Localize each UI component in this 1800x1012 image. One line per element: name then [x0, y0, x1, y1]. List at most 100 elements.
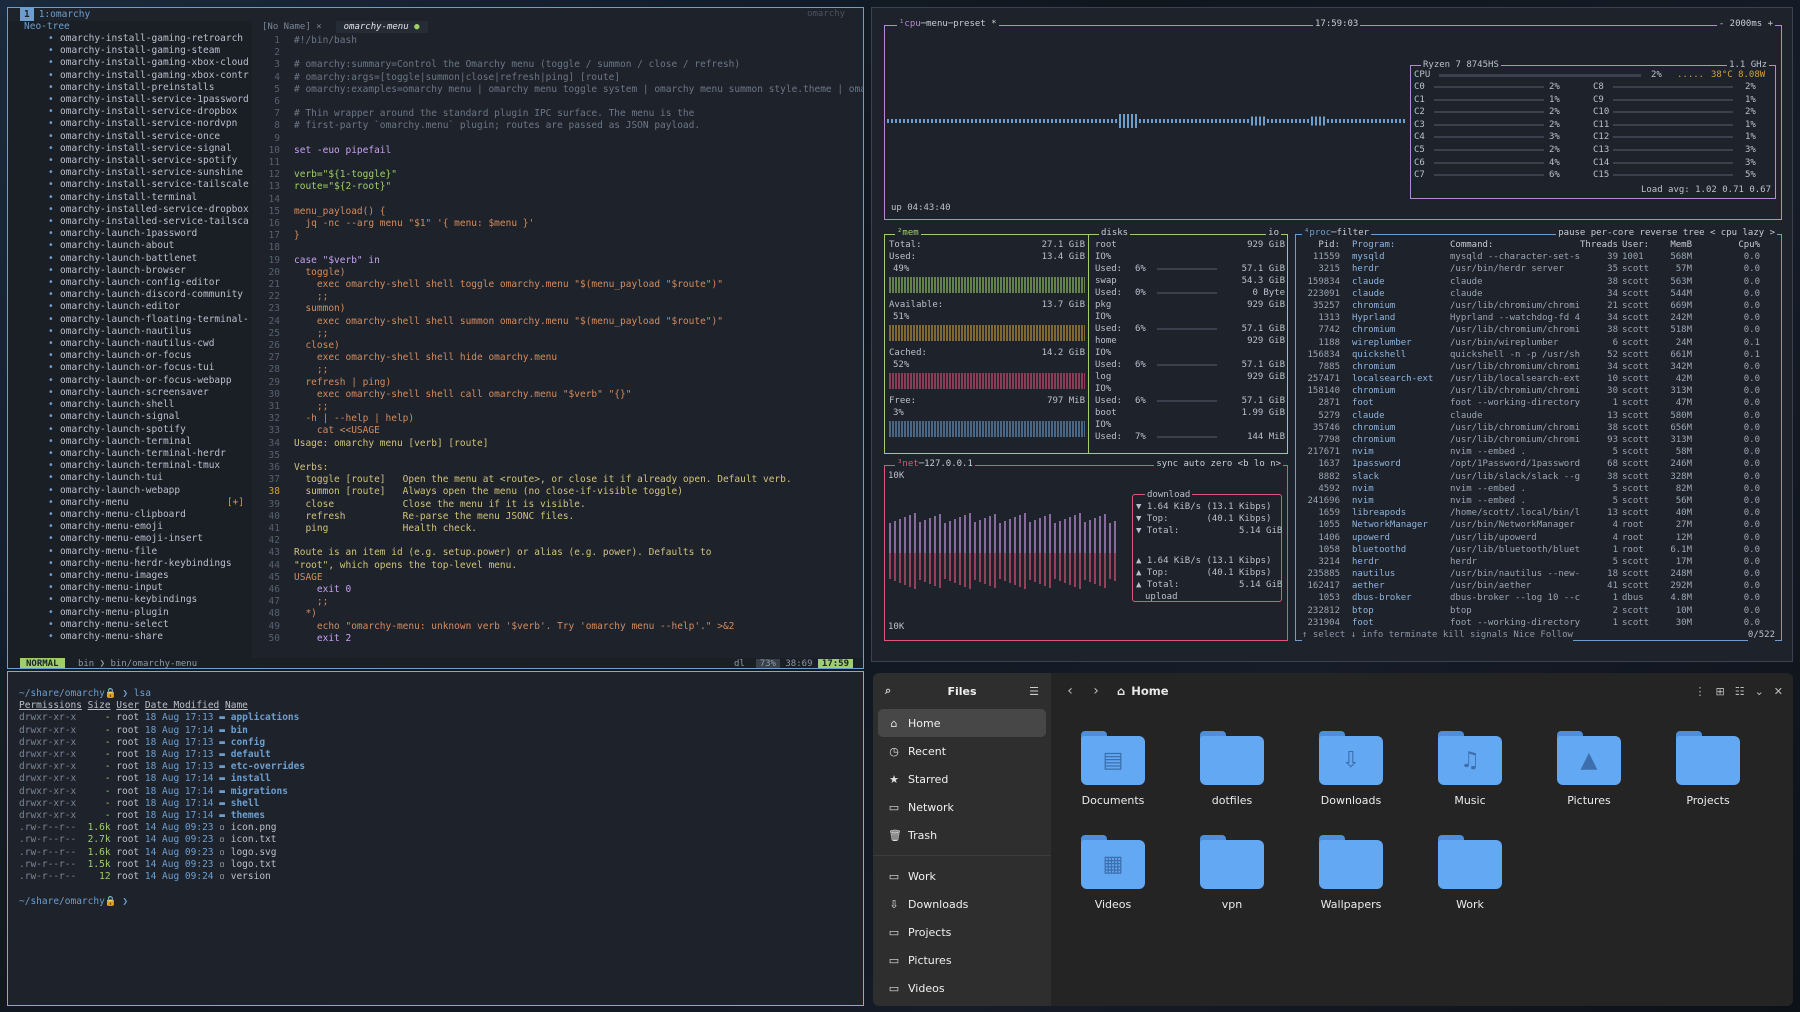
process-row[interactable]: 232812 btop btop 2 scott 10M 0.0	[1300, 605, 1777, 617]
folder-item[interactable]: ▤ Documents	[1063, 731, 1163, 807]
code-line[interactable]: Verbs:	[294, 462, 328, 474]
process-row[interactable]: 3215 herdr/usr/bin/herdr server 35 scott 57M…	[1300, 263, 1777, 275]
process-row[interactable]: 231904 foot foot --working-directory 1 scott…	[1300, 617, 1777, 629]
code-line[interactable]: # omarchy:examples=omarchy menu | omarch…	[294, 84, 863, 96]
code-line[interactable]: route="${2-root}"	[294, 181, 391, 193]
tree-file-item[interactable]: omarchy-launch-terminal-tmux	[8, 460, 252, 472]
code-line[interactable]: close Close the menu if it is visible.	[294, 499, 585, 511]
btop-window[interactable]: ¹cpu─menu─preset * 17:59:03 - 2000ms + u…	[871, 7, 1793, 662]
tree-file-item[interactable]: omarchy-launch-shell	[8, 399, 252, 411]
folder-item[interactable]: ⇩ Downloads	[1301, 731, 1401, 807]
proc-filter[interactable]: filter	[1337, 228, 1370, 238]
process-row[interactable]: 35257 chromium/usr/lib/chromium/chromi 21 s…	[1300, 300, 1777, 312]
sidebar-item-recent[interactable]: ◷ Recent	[878, 737, 1046, 765]
process-row[interactable]: 241696 nvim nvim --embed . 5 scott 56M 0.0	[1300, 495, 1777, 507]
tree-file-item[interactable]: omarchy-menu-plugin	[8, 607, 252, 619]
code-line[interactable]: #!/bin/bash	[294, 35, 357, 47]
code-line[interactable]: # omarchy:summary=Control the Omarchy me…	[294, 59, 740, 71]
tree-file-item[interactable]: omarchy-menu-emoji	[8, 521, 252, 533]
tree-file-item[interactable]: omarchy-install-service-spotify	[8, 155, 252, 167]
process-row[interactable]: 7885 chromium/usr/lib/chromium/chromi 34 sc…	[1300, 361, 1777, 373]
folder-item[interactable]: Wallpapers	[1301, 835, 1401, 911]
tree-file-item[interactable]: omarchy-launch-signal	[8, 411, 252, 423]
code-line[interactable]: # Thin wrapper around the standard plugi…	[294, 108, 694, 120]
code-line[interactable]: refresh Re-parse the menu JSONC files.	[294, 511, 574, 523]
process-row[interactable]: 2871 foot foot --working-directory 1 scott 47…	[1300, 397, 1777, 409]
code-line[interactable]: refresh | ping)	[294, 377, 391, 389]
bookmarks-list[interactable]: ▭ Work ⇩ Downloads ▭ Projects ▭ Pictures ▭ Videos	[873, 862, 1051, 1002]
proc-box[interactable]: ⁴proc─filter pause per-core reverse tree…	[1295, 228, 1782, 641]
neo-tree-panel[interactable]: 11:omarchy Neo-tree omarchy-install-gami…	[8, 8, 252, 658]
code-line[interactable]: ;;	[294, 328, 328, 340]
code-line[interactable]: summon)	[294, 303, 345, 315]
close-icon[interactable]: ✕	[1774, 685, 1783, 698]
code-line[interactable]: }	[294, 230, 300, 242]
process-row[interactable]: 1406 upowerd/usr/lib/upowerd 4 root 12M 0.0	[1300, 532, 1777, 544]
io-toggle[interactable]: io	[1266, 228, 1281, 238]
close-icon[interactable]: ×	[316, 22, 321, 32]
tree-file-item[interactable]: omarchy-menu-share	[8, 631, 252, 643]
code-area[interactable]: 1 #!/bin/bash 2 3 # omarchy:summary=Control …	[254, 35, 863, 658]
tree-file-item[interactable]: omarchy-menu[+]	[8, 497, 252, 509]
tree-file-item[interactable]: omarchy-menu-input	[8, 582, 252, 594]
process-row[interactable]: 7798 chromium/usr/lib/chromium/chromi 93 sc…	[1300, 434, 1777, 446]
tree-file-item[interactable]: omarchy-menu-herdr-keybindings	[8, 558, 252, 570]
code-line[interactable]: "root", which opens the top-level menu.	[294, 560, 517, 572]
tree-file-item[interactable]: omarchy-launch-terminal	[8, 436, 252, 448]
files-main[interactable]: ‹ › ⌂ Home ⋮ ⊞ ☷ ⌄ ✕ ▤ Documents dotfiles ⇩ D…	[1051, 673, 1793, 1006]
process-row[interactable]: 11559 mysqld mysqld --character-set-s 39 100…	[1300, 251, 1777, 263]
tree-file-item[interactable]: omarchy-install-gaming-retroarch	[8, 33, 252, 45]
code-line[interactable]: Route is an item id (e.g. setup.power) o…	[294, 547, 712, 559]
net-iface[interactable]: 127.0.0.1	[924, 459, 973, 469]
proc-options[interactable]: pause per-core reverse tree < cpu lazy >	[1556, 228, 1777, 238]
tree-file-item[interactable]: omarchy-launch-or-focus-webapp	[8, 375, 252, 387]
code-line[interactable]: exec omarchy-shell shell summon omarchy.…	[294, 316, 723, 328]
process-list[interactable]: Pid:Program:Command:Threads:User:MemBCpu…	[1300, 239, 1777, 629]
tree-file-item[interactable]: omarchy-menu-emoji-insert	[8, 533, 252, 545]
tree-file-item[interactable]: omarchy-menu-select	[8, 619, 252, 631]
path-bar[interactable]: ⌂ Home	[1117, 684, 1169, 698]
folder-item[interactable]: ▲ Pictures	[1539, 731, 1639, 807]
code-line[interactable]: toggle [route] Open the menu at <route>,…	[294, 474, 791, 486]
files-sidebar[interactable]: ⌕ Files ☰ ⌂ Home ◷ Recent ★ Starred ▭ Network 🗑 T…	[873, 673, 1051, 1006]
tree-file-item[interactable]: omarchy-install-service-once	[8, 131, 252, 143]
code-line[interactable]: exec omarchy-shell shell call omarchy.me…	[294, 389, 632, 401]
code-line[interactable]: set -euo pipefail	[294, 145, 391, 157]
code-line[interactable]: ;;	[294, 364, 328, 376]
folder-item[interactable]: vpn	[1182, 835, 1282, 911]
folder-item[interactable]: dotfiles	[1182, 731, 1282, 807]
tree-file-item[interactable]: omarchy-launch-webapp	[8, 485, 252, 497]
process-row[interactable]: 223091 claude claude 34 scott 544M 0.0	[1300, 288, 1777, 300]
code-line[interactable]: exit 0	[294, 584, 351, 596]
process-row[interactable]: 217671 nvim nvim --embed . 5 scott 58M 0.0	[1300, 446, 1777, 458]
editor-pane[interactable]: [No Name] × omarchy-menu ● 1 #!/bin/bash 2 3…	[254, 21, 863, 658]
tab-omarchy-menu[interactable]: omarchy-menu ●	[335, 21, 428, 33]
code-line[interactable]: echo "omarchy-menu: unknown verb '$verb'…	[294, 621, 735, 633]
tree-file-item[interactable]: omarchy-installed-service-dropbox	[8, 204, 252, 216]
code-line[interactable]: Usage: omarchy menu [verb] [route]	[294, 438, 488, 450]
code-line[interactable]: jq -nc --arg menu "$1" '{ menu: $menu }'	[294, 218, 534, 230]
tree-file-item[interactable]: omarchy-install-gaming-steam	[8, 45, 252, 57]
tree-file-item[interactable]: omarchy-install-terminal	[8, 192, 252, 204]
tree-file-item[interactable]: omarchy-menu-clipboard	[8, 509, 252, 521]
process-row[interactable]: 5279 claude claude 13 scott 580M 0.0	[1300, 410, 1777, 422]
sidebar-item-projects[interactable]: ▭ Projects	[878, 918, 1046, 946]
tree-file-item[interactable]: omarchy-launch-discord-community	[8, 289, 252, 301]
process-row[interactable]: 1058 bluetoothd/usr/lib/bluetooth/bluet 1 r…	[1300, 544, 1777, 556]
code-line[interactable]: menu_payload() {	[294, 206, 386, 218]
code-line[interactable]: # first-party `omarchy.menu` plugin; rou…	[294, 120, 700, 132]
back-icon[interactable]: ‹	[1057, 683, 1083, 699]
cpu-preset-button[interactable]: preset *	[953, 19, 996, 29]
process-row[interactable]: 1659 libreapods/home/scott/.local/bin/l 13…	[1300, 507, 1777, 519]
process-row[interactable]: 4592 nvim nvim --embed . 5 scott 82M 0.0	[1300, 483, 1777, 495]
sidebar-item-home[interactable]: ⌂ Home	[878, 709, 1046, 737]
tree-file-item[interactable]: omarchy-launch-browser	[8, 265, 252, 277]
code-line[interactable]: cat <<USAGE	[294, 425, 380, 437]
tree-list[interactable]: omarchy-install-gaming-retroarchomarchy-…	[8, 33, 252, 643]
tree-file-item[interactable]: omarchy-launch-battlenet	[8, 253, 252, 265]
list-view-icon[interactable]: ☷	[1735, 685, 1745, 698]
process-row[interactable]: 3214 herdr herdr 5 scott 17M 0.0	[1300, 556, 1777, 568]
code-line[interactable]: exec omarchy-shell shell hide omarchy.me…	[294, 352, 557, 364]
code-line[interactable]: # omarchy:args=[toggle|summon|close|refr…	[294, 72, 620, 84]
code-line[interactable]: ping Health check.	[294, 523, 477, 535]
